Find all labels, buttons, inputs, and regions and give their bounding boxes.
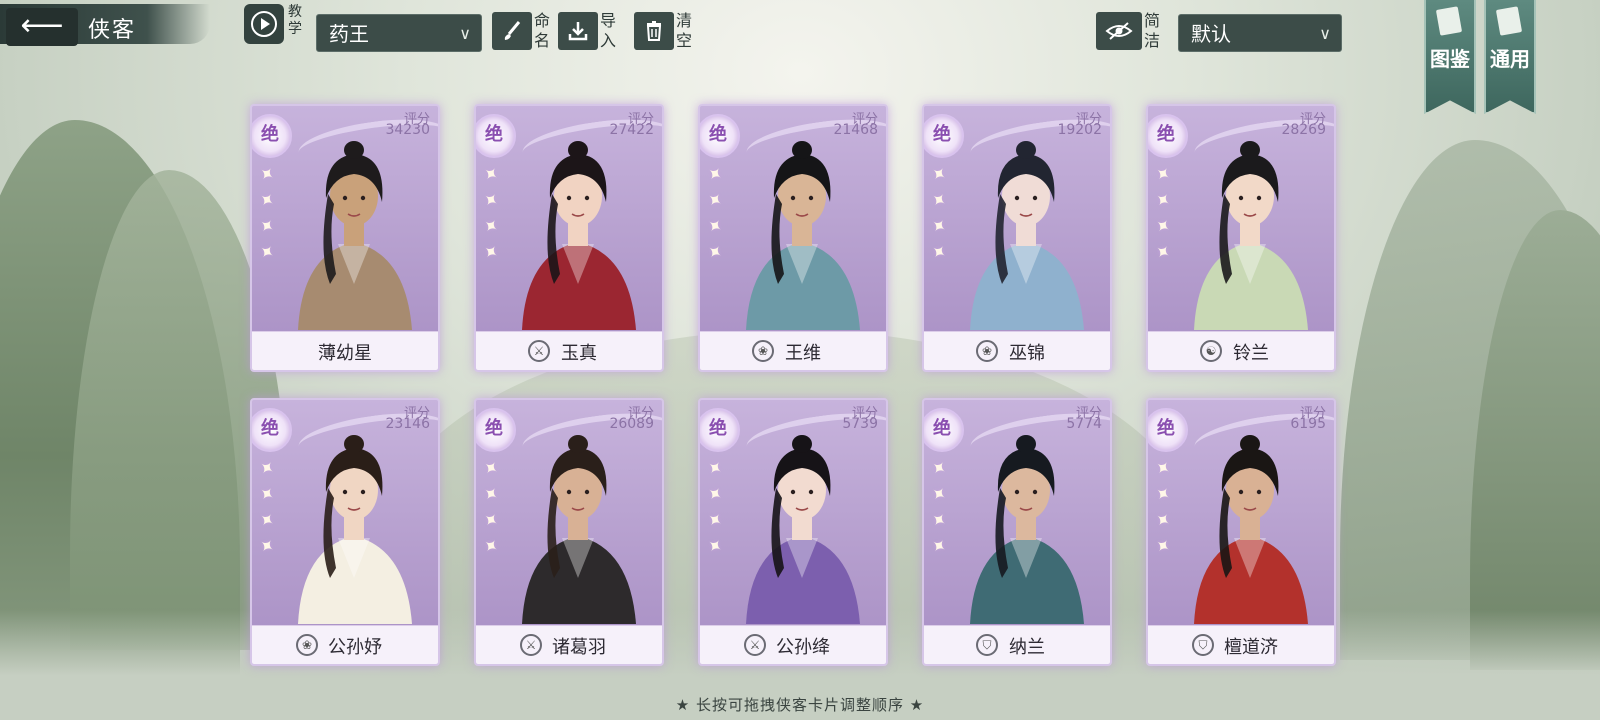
name-bar: ⛉ 纳兰 <box>924 625 1110 664</box>
character-portrait <box>1194 141 1308 330</box>
character-card[interactable]: 绝 ✦ ✦ ✦ ✦ 评分 5739 ⚔ 公孙绛 <box>698 398 888 666</box>
rename-label: 命名 <box>534 11 551 50</box>
score-value: 21468 <box>833 122 878 138</box>
star-rating: ✦ ✦ ✦ ✦ <box>254 456 280 562</box>
character-portrait <box>298 141 412 330</box>
sort-select[interactable]: 默认 ∨ <box>1178 14 1342 52</box>
name-bar: ❀ 王维 <box>700 331 886 370</box>
character-portrait <box>298 435 412 624</box>
character-name: 诸葛羽 <box>552 637 606 658</box>
drag-hint: ★ 长按可拖拽侠客卡片调整顺序 ★ <box>675 696 925 714</box>
character-card[interactable]: 绝 ✦ ✦ ✦ ✦ 评分 23146 ❀ 公孙妤 <box>250 398 440 666</box>
tutorial-button[interactable]: 教学 <box>244 2 310 46</box>
eye-hidden-icon <box>1096 12 1142 50</box>
name-bar: ⚔ 诸葛羽 <box>476 625 662 664</box>
play-icon <box>244 4 284 44</box>
name-bar: ❀ 公孙妤 <box>252 625 438 664</box>
star-rating: ✦ ✦ ✦ ✦ <box>702 162 728 268</box>
score-value: 19202 <box>1057 122 1102 138</box>
character-name: 公孙妤 <box>328 637 382 658</box>
name-bar: ☯ 铃兰 <box>1148 331 1334 370</box>
character-card[interactable]: 绝 ✦ ✦ ✦ ✦ 评分 21468 ❀ 王维 <box>698 104 888 372</box>
star-rating: ✦ ✦ ✦ ✦ <box>702 456 728 562</box>
tutorial-label: 教学 <box>288 4 302 37</box>
score-value: 23146 <box>385 416 430 432</box>
scroll-icon <box>1495 6 1523 36</box>
character-card[interactable]: 绝 ✦ ✦ ✦ ✦ 评分 6195 ⛉ 檀道济 <box>1146 398 1336 666</box>
character-portrait <box>746 435 860 624</box>
character-name: 铃兰 <box>1233 343 1269 364</box>
name-bar: ⚔ 玉真 <box>476 331 662 370</box>
character-portrait <box>970 435 1084 624</box>
brush-icon <box>492 12 532 50</box>
character-card[interactable]: 绝 ✦ ✦ ✦ ✦ 评分 19202 ❀ 巫锦 <box>922 104 1112 372</box>
sort-select-value: 默认 <box>1191 22 1231 46</box>
general-label: 通用 <box>1490 47 1530 71</box>
rank-badge: 绝 <box>700 114 740 158</box>
score-value: 27422 <box>609 122 654 138</box>
name-bar: ❀ 巫锦 <box>924 331 1110 370</box>
star-rating: ✦ ✦ ✦ ✦ <box>478 162 504 268</box>
chevron-down-icon: ∨ <box>1319 24 1331 43</box>
rank-badge: 绝 <box>924 408 964 452</box>
character-name: 薄幼星 <box>318 343 372 364</box>
rank-badge: 绝 <box>252 114 292 158</box>
star-rating: ✦ ✦ ✦ ✦ <box>478 456 504 562</box>
name-bar: ⛉ 檀道济 <box>1148 625 1334 664</box>
character-name: 王维 <box>785 343 821 364</box>
simple-label: 简洁 <box>1144 11 1161 50</box>
score-value: 26089 <box>609 416 654 432</box>
score-value: 6195 <box>1290 416 1326 432</box>
character-name: 公孙绛 <box>776 637 830 658</box>
rank-badge: 绝 <box>924 114 964 158</box>
star-rating: ✦ ✦ ✦ ✦ <box>1150 162 1176 268</box>
team-select[interactable]: 药王 ∨ <box>316 14 482 52</box>
rank-badge: 绝 <box>700 408 740 452</box>
character-card[interactable]: 绝 ✦ ✦ ✦ ✦ 评分 5774 ⛉ 纳兰 <box>922 398 1112 666</box>
team-select-value: 药王 <box>329 22 369 46</box>
score-value: 34230 <box>385 122 430 138</box>
clear-label: 清空 <box>676 11 693 50</box>
codex-button[interactable]: 图鉴 <box>1424 0 1476 114</box>
character-portrait <box>522 435 636 624</box>
score-value: 5774 <box>1066 416 1102 432</box>
name-bar: ⚔ 公孙绛 <box>700 625 886 664</box>
header-panel: ⟵ 侠客 <box>0 4 210 46</box>
score-value: 28269 <box>1281 122 1326 138</box>
character-name: 纳兰 <box>1009 637 1045 658</box>
codex-label: 图鉴 <box>1430 47 1470 71</box>
back-button[interactable]: ⟵ <box>6 8 78 46</box>
star-rating: ✦ ✦ ✦ ✦ <box>926 456 952 562</box>
download-icon <box>558 12 598 50</box>
character-card[interactable]: 绝 ✦ ✦ ✦ ✦ 评分 27422 ⚔ 玉真 <box>474 104 664 372</box>
page-title: 侠客 <box>88 18 137 43</box>
rank-badge: 绝 <box>1148 114 1188 158</box>
book-icon <box>1435 6 1463 36</box>
rank-badge: 绝 <box>1148 408 1188 452</box>
rank-badge: 绝 <box>252 408 292 452</box>
chevron-down-icon: ∨ <box>459 24 471 43</box>
character-name: 玉真 <box>561 343 597 364</box>
score-value: 5739 <box>842 416 878 432</box>
character-card[interactable]: 绝 ✦ ✦ ✦ ✦ 评分 26089 ⚔ 诸葛羽 <box>474 398 664 666</box>
general-button[interactable]: 通用 <box>1484 0 1536 114</box>
character-portrait <box>746 141 860 330</box>
trash-icon <box>634 12 674 50</box>
top-bar: ⟵ 侠客 教学 药王 ∨ 命名 导入 清空 简洁 默认 ∨ 图鉴 通用 <box>0 0 1600 114</box>
character-card[interactable]: 绝 ✦ ✦ ✦ ✦ 评分 34230 薄幼星 <box>250 104 440 372</box>
star-rating: ✦ ✦ ✦ ✦ <box>926 162 952 268</box>
star-rating: ✦ ✦ ✦ ✦ <box>1150 456 1176 562</box>
character-portrait <box>1194 435 1308 624</box>
star-rating: ✦ ✦ ✦ ✦ <box>254 162 280 268</box>
name-bar: 薄幼星 <box>252 331 438 370</box>
rank-badge: 绝 <box>476 114 516 158</box>
arrow-left-icon: ⟵ <box>20 8 64 43</box>
character-card[interactable]: 绝 ✦ ✦ ✦ ✦ 评分 28269 ☯ 铃兰 <box>1146 104 1336 372</box>
import-label: 导入 <box>600 11 617 50</box>
character-name: 巫锦 <box>1009 343 1045 364</box>
character-portrait <box>970 141 1084 330</box>
character-portrait <box>522 141 636 330</box>
character-name: 檀道济 <box>1224 637 1278 658</box>
rank-badge: 绝 <box>476 408 516 452</box>
